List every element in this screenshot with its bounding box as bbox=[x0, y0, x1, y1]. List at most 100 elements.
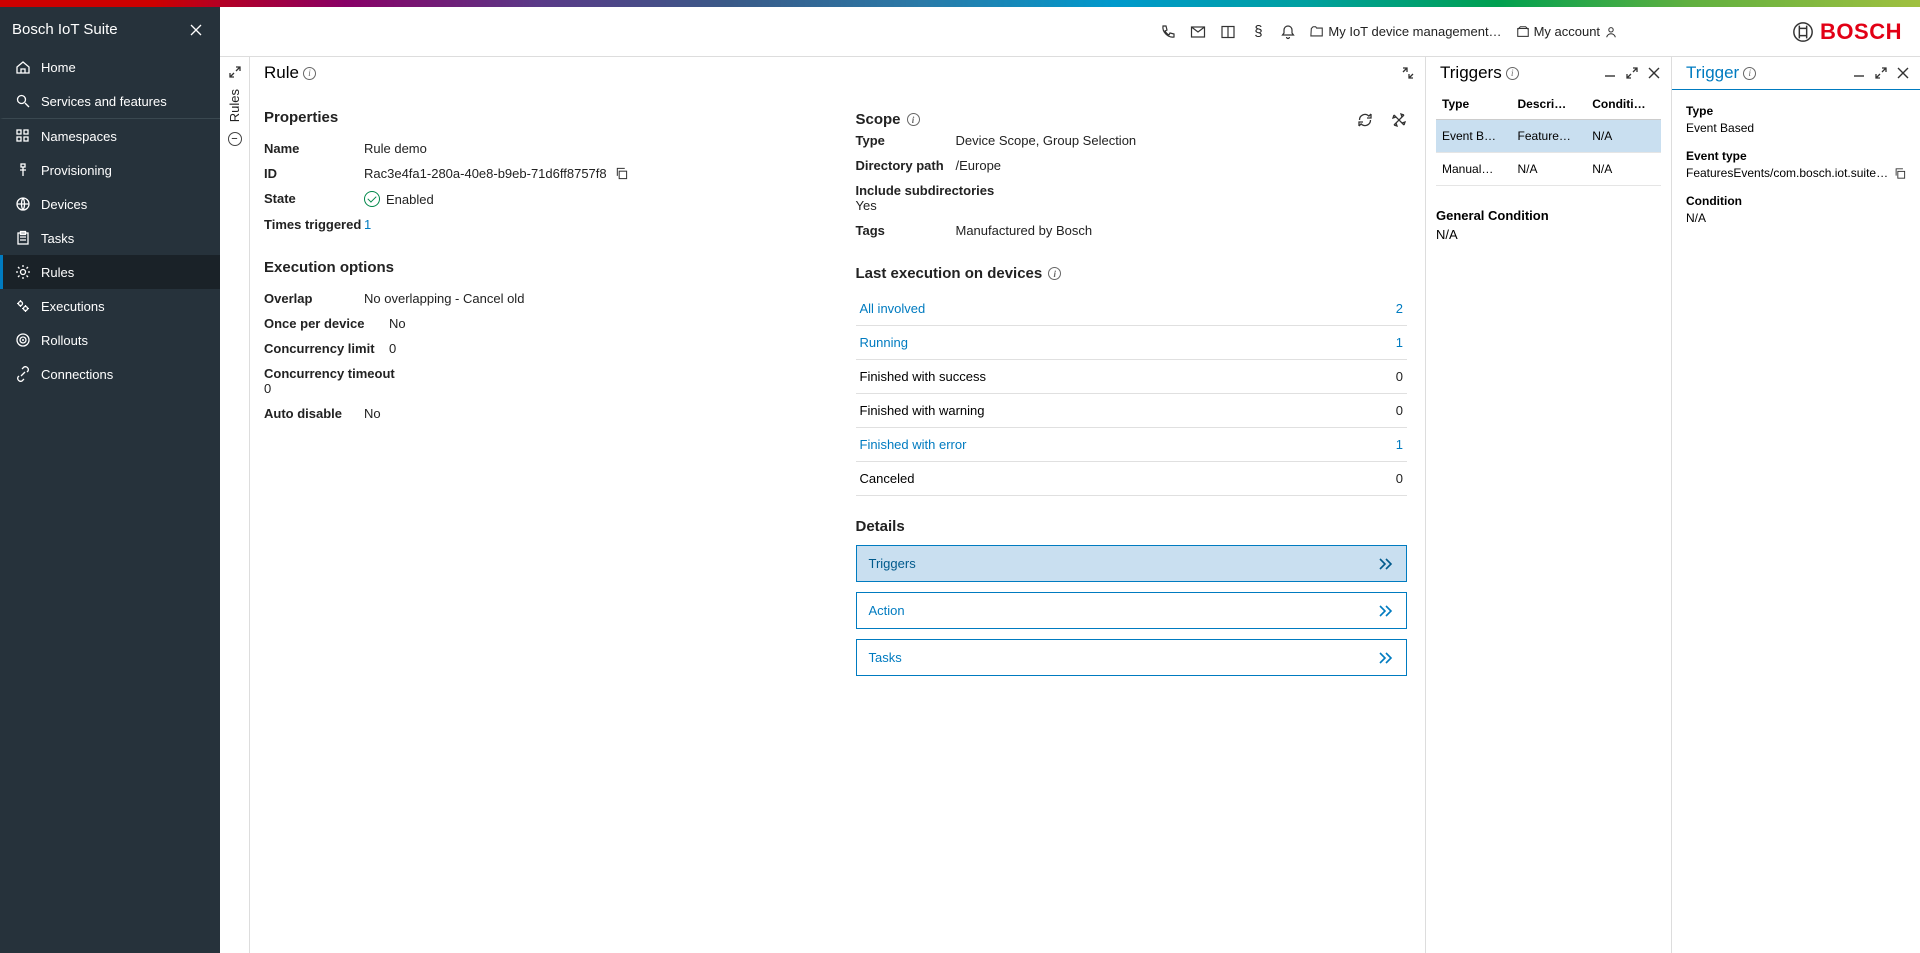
expand-icon[interactable] bbox=[228, 65, 242, 79]
exec-row: Finished with warning0 bbox=[856, 394, 1408, 428]
rule-name: Rule demo bbox=[364, 141, 427, 156]
book-icon[interactable] bbox=[1220, 24, 1236, 40]
bell-icon[interactable] bbox=[1280, 24, 1296, 40]
vertical-tab-strip: Rules − bbox=[220, 57, 250, 953]
exec-row: Finished with success0 bbox=[856, 360, 1408, 394]
paragraph-icon[interactable]: § bbox=[1250, 24, 1266, 40]
info-icon[interactable]: i bbox=[907, 113, 920, 126]
sidebar-item-namespaces[interactable]: Namespaces bbox=[0, 119, 220, 153]
sidebar: Bosch IoT Suite Home Services and feature… bbox=[0, 7, 220, 953]
trigger-row[interactable]: Event B…Feature…N/A bbox=[1436, 120, 1661, 153]
usb-icon bbox=[15, 162, 31, 178]
sidebar-item-devices[interactable]: Devices bbox=[0, 187, 220, 221]
trigger-condition-value: N/A bbox=[1686, 211, 1906, 225]
search-icon bbox=[15, 93, 31, 109]
triggers-panel-title: Triggers bbox=[1440, 63, 1502, 83]
gears-icon bbox=[15, 298, 31, 314]
copy-icon[interactable] bbox=[1894, 167, 1906, 180]
general-condition-value: N/A bbox=[1436, 227, 1661, 242]
refresh-icon[interactable] bbox=[1357, 112, 1373, 128]
sidebar-item-home[interactable]: Home bbox=[0, 50, 220, 84]
triggers-panel: Triggers i Type Desc bbox=[1426, 57, 1672, 953]
detail-button-action[interactable]: Action bbox=[856, 592, 1408, 629]
trigger-row[interactable]: Manual…N/AN/A bbox=[1436, 153, 1661, 186]
detail-button-triggers[interactable]: Triggers bbox=[856, 545, 1408, 582]
sidebar-title: Bosch IoT Suite bbox=[12, 21, 118, 38]
clipboard-icon bbox=[15, 230, 31, 246]
check-circle-icon bbox=[364, 191, 380, 207]
info-icon[interactable]: i bbox=[1506, 67, 1519, 80]
sidebar-item-label: Provisioning bbox=[41, 163, 112, 178]
sidebar-item-rollouts[interactable]: Rollouts bbox=[0, 323, 220, 357]
sidebar-item-services-and-features[interactable]: Services and features bbox=[0, 84, 220, 119]
account-label: My account bbox=[1534, 24, 1600, 39]
sidebar-item-label: Home bbox=[41, 60, 76, 75]
sidebar-item-label: Devices bbox=[41, 197, 87, 212]
minimize-icon[interactable] bbox=[1852, 66, 1866, 80]
chevron-right-icon bbox=[1378, 652, 1394, 664]
close-icon[interactable] bbox=[188, 22, 204, 38]
close-icon[interactable] bbox=[1647, 66, 1661, 80]
last-exec-heading: Last execution on devicesi bbox=[856, 265, 1408, 282]
rule-panel: Rule i Properties NameRule demo bbox=[250, 57, 1426, 953]
exec-row[interactable]: Finished with error1 bbox=[856, 428, 1408, 462]
close-icon[interactable] bbox=[1896, 66, 1910, 80]
vtab-rules-label[interactable]: Rules bbox=[227, 89, 242, 122]
chevron-right-icon bbox=[1378, 605, 1394, 617]
rule-panel-title: Rule bbox=[264, 63, 299, 83]
rule-id: Rac3e4fa1-280a-40e8-b9eb-71d6ff8757f8 bbox=[364, 166, 628, 181]
topbar: § My IoT device management… My account B… bbox=[220, 7, 1920, 57]
collapse-icon[interactable]: − bbox=[228, 132, 242, 146]
sidebar-item-label: Rollouts bbox=[41, 333, 88, 348]
grid-icon bbox=[15, 128, 31, 144]
expand-icon[interactable] bbox=[1874, 66, 1888, 80]
general-condition-label: General Condition bbox=[1436, 208, 1661, 223]
trigger-detail-panel: Trigger i Type Event Based Event bbox=[1672, 57, 1920, 953]
info-icon[interactable]: i bbox=[303, 67, 316, 80]
gear-icon bbox=[15, 264, 31, 280]
chevron-right-icon bbox=[1378, 558, 1394, 570]
detail-button-tasks[interactable]: Tasks bbox=[856, 639, 1408, 676]
home-icon bbox=[15, 59, 31, 75]
mail-icon[interactable] bbox=[1190, 24, 1206, 40]
account-selector[interactable]: My account bbox=[1516, 24, 1618, 39]
scope-heading: Scopei bbox=[856, 111, 920, 128]
sidebar-item-provisioning[interactable]: Provisioning bbox=[0, 153, 220, 187]
sidebar-item-label: Connections bbox=[41, 367, 113, 382]
exec-row: Canceled0 bbox=[856, 462, 1408, 496]
minimize-icon[interactable] bbox=[1603, 66, 1617, 80]
exec-row[interactable]: Running1 bbox=[856, 326, 1408, 360]
expand-icon[interactable] bbox=[1625, 66, 1639, 80]
project-name: My IoT device management… bbox=[1328, 24, 1501, 39]
exec-row[interactable]: All involved2 bbox=[856, 292, 1408, 326]
link-icon bbox=[15, 366, 31, 382]
collapse-icon[interactable] bbox=[1401, 66, 1415, 80]
exec-options-heading: Execution options bbox=[264, 259, 816, 276]
sidebar-item-executions[interactable]: Executions bbox=[0, 289, 220, 323]
brand-gradient-bar bbox=[0, 0, 1920, 7]
trigger-type-value: Event Based bbox=[1686, 121, 1906, 135]
sidebar-item-connections[interactable]: Connections bbox=[0, 357, 220, 391]
triggers-table: Type Descri… Conditi… Event B…Feature…N/… bbox=[1436, 89, 1661, 186]
phone-icon[interactable] bbox=[1160, 24, 1176, 40]
copy-icon[interactable] bbox=[615, 167, 628, 180]
globe-icon bbox=[15, 196, 31, 212]
sidebar-item-label: Executions bbox=[41, 299, 105, 314]
sidebar-item-label: Rules bbox=[41, 265, 74, 280]
trigger-panel-title: Trigger bbox=[1686, 63, 1739, 83]
details-heading: Details bbox=[856, 518, 1408, 535]
sidebar-item-rules[interactable]: Rules bbox=[0, 255, 220, 289]
rule-state: Enabled bbox=[364, 191, 434, 207]
info-icon[interactable]: i bbox=[1048, 267, 1061, 280]
sidebar-item-label: Namespaces bbox=[41, 129, 117, 144]
sidebar-item-label: Tasks bbox=[41, 231, 74, 246]
project-selector[interactable]: My IoT device management… bbox=[1310, 24, 1501, 39]
sidebar-item-label: Services and features bbox=[41, 94, 167, 109]
info-icon[interactable]: i bbox=[1743, 67, 1756, 80]
sidebar-item-tasks[interactable]: Tasks bbox=[0, 221, 220, 255]
properties-heading: Properties bbox=[264, 109, 816, 126]
times-triggered-link[interactable]: 1 bbox=[364, 217, 371, 232]
target-icon bbox=[15, 332, 31, 348]
brand-logo: BOSCH bbox=[1792, 19, 1902, 45]
tools-icon[interactable] bbox=[1391, 112, 1407, 128]
